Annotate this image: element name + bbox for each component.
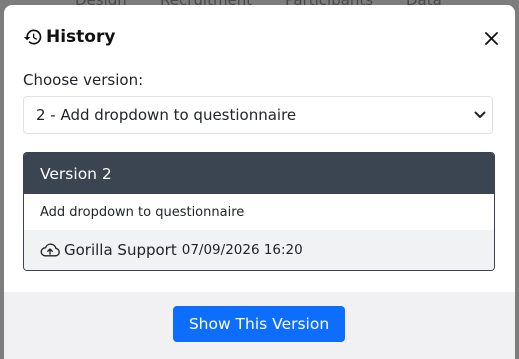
modal-title: History [46, 27, 116, 47]
version-card: Version 2 Add dropdown to questionnaire … [23, 152, 495, 271]
close-icon [484, 31, 498, 45]
version-select[interactable]: 2 - Add dropdown to questionnaire [23, 96, 493, 134]
chevron-down-icon [474, 111, 486, 118]
close-button[interactable] [480, 27, 502, 49]
choose-version-label: Choose version: [23, 71, 144, 89]
modal-title-group: History [23, 27, 115, 47]
modal-footer: Show This Version [4, 292, 515, 359]
version-select-value: 2 - Add dropdown to questionnaire [36, 106, 297, 124]
cloud-upload-icon [40, 243, 60, 257]
version-description: Add dropdown to questionnaire [24, 194, 494, 230]
version-timestamp: 07/09/2026 16:20 [181, 242, 303, 258]
version-meta: Gorilla Support 07/09/2026 16:20 [24, 230, 494, 270]
modal-header: History [4, 5, 515, 67]
version-author: Gorilla Support [64, 241, 177, 259]
version-card-header: Version 2 [24, 153, 494, 194]
history-modal: History Choose version: 2 - Add dropdown… [4, 5, 515, 359]
history-icon [23, 29, 42, 45]
show-this-version-button[interactable]: Show This Version [173, 306, 345, 342]
